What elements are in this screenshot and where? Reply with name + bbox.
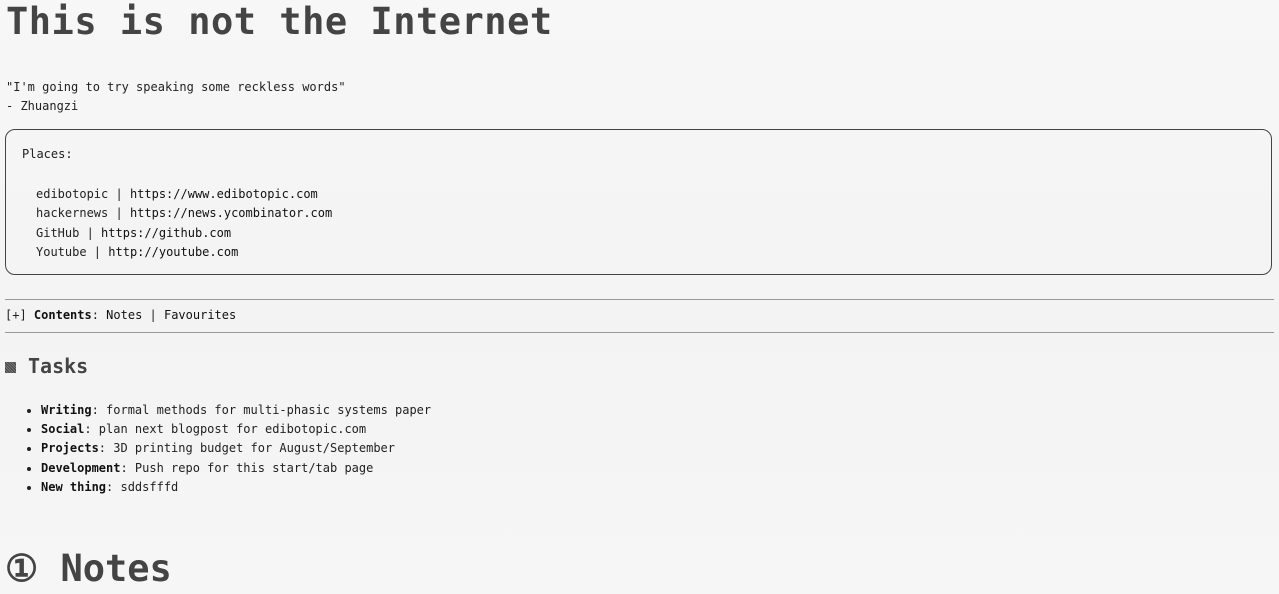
tasks-heading-label: Tasks <box>28 354 89 378</box>
task-item: Writing: formal methods for multi-phasic… <box>41 401 431 420</box>
divider-bottom <box>5 332 1274 333</box>
task-text: : 3D printing budget for August/Septembe… <box>98 441 396 456</box>
task-text: : Push repo for this start/tab page <box>120 460 374 475</box>
places-item-hackernews: hackernews | https://news.ycombinator.co… <box>36 204 332 223</box>
task-key: Development <box>41 460 121 475</box>
contents-label: Contents <box>33 308 92 322</box>
task-key: Projects <box>41 441 99 456</box>
contents-bar: [+] Contents: Notes | Favourites <box>5 307 236 324</box>
task-item: Projects: 3D printing budget for August/… <box>41 439 431 458</box>
place-link-github[interactable]: https://github.com <box>101 226 231 240</box>
place-link-edibotopic[interactable]: https://www.edibotopic.com <box>130 187 318 201</box>
place-name: GitHub <box>36 225 80 240</box>
contents-toggle-button[interactable]: [+] <box>5 308 27 322</box>
contents-link-favourites[interactable]: Favourites <box>164 308 236 322</box>
contents-link-notes[interactable]: Notes <box>106 308 142 322</box>
square-bullet-icon <box>5 361 16 373</box>
place-separator: | <box>86 244 109 259</box>
notes-heading: ① Notes <box>5 547 172 590</box>
quote-author: - Zhuangzi <box>6 99 79 113</box>
task-key: Writing <box>41 403 92 417</box>
places-item-edibotopic: edibotopic | https://www.edibotopic.com <box>36 185 332 204</box>
task-text: : formal methods for multi-phasic system… <box>91 403 432 417</box>
tasks-list: Writing: formal methods for multi-phasic… <box>23 401 431 497</box>
task-item: Development: Push repo for this start/ta… <box>41 459 431 478</box>
places-list: edibotopic | https://www.edibotopic.com … <box>36 185 332 262</box>
task-key: New thing <box>41 479 107 494</box>
contents-separator: | <box>142 308 164 322</box>
task-text: : plan next blogpost for edibotopic.com <box>84 422 367 437</box>
quote-text: "I'm going to try speaking some reckless… <box>6 80 346 94</box>
places-box: Places: edibotopic | https://www.ediboto… <box>5 129 1272 275</box>
tasks-heading: Tasks <box>5 354 88 378</box>
quote-block: "I'm going to try speaking some reckless… <box>6 78 346 116</box>
divider-top <box>5 299 1274 300</box>
task-key: Social <box>41 422 85 437</box>
places-label: Places: <box>22 147 73 161</box>
places-item-youtube: Youtube | http://youtube.com <box>36 243 332 262</box>
place-separator: | <box>79 225 102 240</box>
task-item: New thing: sddsfffd <box>41 478 431 497</box>
contents-colon: : <box>91 308 107 322</box>
place-separator: | <box>108 187 130 201</box>
place-separator: | <box>108 206 130 221</box>
place-name: hackernews <box>36 206 109 221</box>
place-name: Youtube <box>36 244 87 259</box>
task-item: Social: plan next blogpost for edibotopi… <box>41 420 431 439</box>
start-page: This is not the Internet "I'm going to t… <box>0 0 1279 594</box>
places-item-github: GitHub | https://github.com <box>36 224 332 243</box>
task-text: : sddsfffd <box>106 479 179 494</box>
place-link-hackernews[interactable]: https://news.ycombinator.com <box>130 206 332 220</box>
page-title: This is not the Internet <box>6 0 553 43</box>
place-name: edibotopic <box>36 187 109 201</box>
place-link-youtube[interactable]: http://youtube.com <box>108 245 238 259</box>
